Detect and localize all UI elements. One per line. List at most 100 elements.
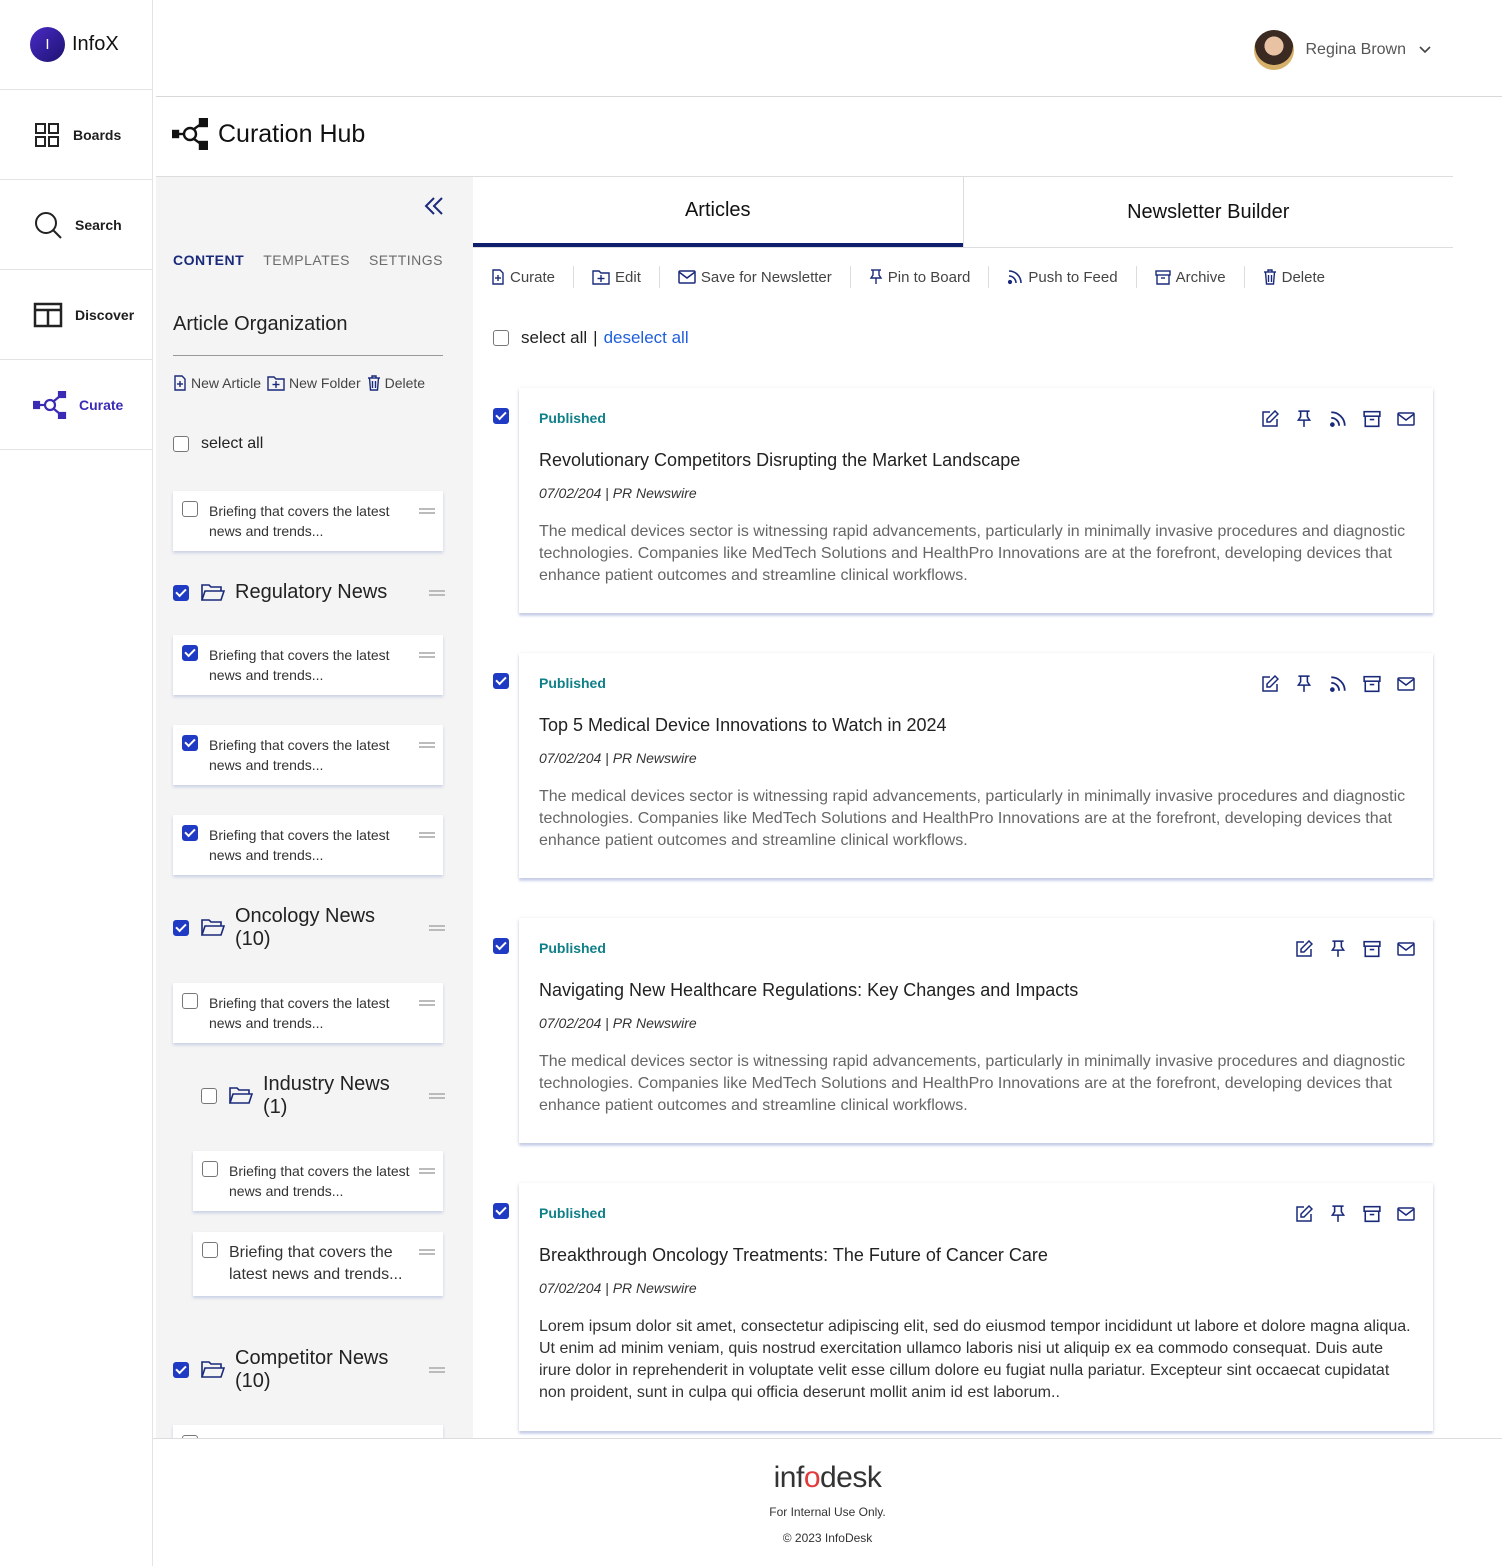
item-checkbox[interactable]	[182, 501, 198, 517]
item-checkbox[interactable]	[182, 825, 198, 841]
folder-industry[interactable]: Industry News (1)	[201, 1073, 445, 1119]
archive-icon[interactable]	[1363, 410, 1381, 428]
user-menu[interactable]: Regina Brown	[1253, 30, 1433, 70]
app-logo[interactable]: I InfoX	[0, 0, 152, 90]
article-checkbox[interactable]	[493, 408, 509, 424]
drag-handle-icon[interactable]	[419, 508, 435, 514]
folder-checkbox[interactable]	[173, 584, 189, 601]
list-item[interactable]	[173, 1425, 443, 1438]
collapse-icon[interactable]	[423, 195, 445, 222]
edit-label: Edit	[615, 268, 641, 286]
panel-select-all[interactable]: select all	[173, 435, 263, 453]
folder-checkbox[interactable]	[173, 1362, 189, 1378]
rss-icon[interactable]	[1329, 675, 1347, 693]
drag-handle-icon[interactable]	[419, 1000, 435, 1006]
article-checkbox[interactable]	[493, 1203, 509, 1219]
select-all-checkbox[interactable]	[173, 436, 189, 452]
delete-articles-button[interactable]: Delete	[1245, 266, 1343, 288]
select-all-articles-label[interactable]: select all	[521, 328, 587, 348]
nav-item-discover[interactable]: Discover	[0, 270, 152, 360]
drag-handle-icon[interactable]	[429, 1093, 445, 1099]
mail-icon[interactable]	[1397, 410, 1415, 428]
select-all-articles-checkbox[interactable]	[493, 330, 509, 346]
mail-icon[interactable]	[1397, 675, 1415, 693]
article-card[interactable]: Published Breakthrough Oncology Treatmen…	[519, 1183, 1433, 1431]
edit-icon[interactable]	[1261, 675, 1279, 693]
folder-competitor[interactable]: Competitor News (10)	[173, 1347, 445, 1393]
list-item[interactable]: Briefing that covers the latest news and…	[173, 815, 443, 875]
tab-newsletter-builder[interactable]: Newsletter Builder	[962, 177, 1454, 247]
article-actions	[1279, 1205, 1415, 1223]
mail-icon[interactable]	[1397, 940, 1415, 958]
article-card[interactable]: Published Navigating New Healthcare Regu…	[519, 918, 1433, 1143]
list-item[interactable]: Briefing that covers the latest news and…	[173, 983, 443, 1043]
article-card[interactable]: Published Revolutionary Competitors Disr…	[519, 388, 1433, 613]
list-item[interactable]: Briefing that covers the latest news and…	[193, 1232, 443, 1296]
save-for-newsletter-button[interactable]: Save for Newsletter	[660, 266, 851, 288]
drag-handle-icon[interactable]	[429, 1367, 445, 1373]
push-to-feed-button[interactable]: Push to Feed	[989, 266, 1137, 288]
item-text: Briefing that covers the latest news and…	[209, 737, 390, 773]
drag-handle-icon[interactable]	[419, 1168, 435, 1174]
article-checkbox[interactable]	[493, 673, 509, 689]
item-checkbox[interactable]	[182, 645, 198, 661]
archive-button[interactable]: Archive	[1137, 266, 1245, 288]
pin-icon[interactable]	[1329, 940, 1347, 958]
list-item[interactable]: Briefing that covers the latest news and…	[173, 725, 443, 785]
item-checkbox[interactable]	[202, 1161, 218, 1177]
article-title[interactable]: Navigating New Healthcare Regulations: K…	[539, 980, 1413, 1001]
drag-handle-icon[interactable]	[419, 742, 435, 748]
new-folder-button[interactable]: New Folder	[267, 375, 361, 391]
archive-icon[interactable]	[1363, 675, 1381, 693]
select-all-label: select all	[201, 435, 264, 452]
archive-icon[interactable]	[1363, 940, 1381, 958]
article-checkbox[interactable]	[493, 938, 509, 954]
item-checkbox[interactable]	[202, 1242, 218, 1258]
list-item[interactable]: Briefing that covers the latest news and…	[173, 635, 443, 695]
rss-icon[interactable]	[1329, 410, 1347, 428]
edit-icon[interactable]	[1295, 940, 1313, 958]
item-text: Briefing that covers the latest news and…	[209, 995, 390, 1031]
folder-oncology[interactable]: Oncology News (10)	[173, 905, 445, 951]
list-item[interactable]: Briefing that covers the latest news and…	[173, 491, 443, 551]
drag-handle-icon[interactable]	[419, 652, 435, 658]
mail-icon[interactable]	[1397, 1205, 1415, 1223]
drag-handle-icon[interactable]	[419, 1249, 435, 1255]
folder-checkbox[interactable]	[173, 920, 189, 936]
tab-content[interactable]: CONTENT	[173, 252, 244, 268]
nav-item-curate[interactable]: Curate	[0, 360, 152, 450]
archive-icon[interactable]	[1363, 1205, 1381, 1223]
pin-icon[interactable]	[1295, 675, 1313, 693]
new-article-button[interactable]: New Article	[173, 375, 261, 391]
drag-handle-icon[interactable]	[419, 832, 435, 838]
folder-regulatory[interactable]: Regulatory News	[173, 581, 445, 604]
drag-handle-icon[interactable]	[429, 925, 445, 931]
item-checkbox[interactable]	[182, 993, 198, 1009]
drag-handle-icon[interactable]	[429, 589, 445, 596]
item-checkbox[interactable]	[182, 735, 198, 751]
edit-icon[interactable]	[1261, 410, 1279, 428]
user-name: Regina Brown	[1305, 41, 1407, 58]
pin-to-board-button[interactable]: Pin to Board	[851, 266, 990, 288]
edit-icon[interactable]	[1295, 1205, 1313, 1223]
deselect-all-link[interactable]: deselect all	[604, 328, 689, 348]
nav-item-boards[interactable]: Boards	[0, 90, 152, 180]
pin-icon[interactable]	[1329, 1205, 1347, 1223]
article-title[interactable]: Breakthrough Oncology Treatments: The Fu…	[539, 1245, 1413, 1266]
article-body: The medical devices sector is witnessing…	[539, 788, 1406, 849]
edit-button[interactable]: Edit	[574, 266, 660, 288]
list-item[interactable]: Briefing that covers the latest news and…	[193, 1151, 443, 1211]
delete-button[interactable]: Delete	[367, 375, 425, 391]
tab-templates[interactable]: TEMPLATES	[263, 252, 350, 268]
article-title[interactable]: Top 5 Medical Device Innovations to Watc…	[539, 715, 1413, 736]
curate-button[interactable]: Curate	[473, 266, 575, 288]
archive-icon	[1154, 269, 1171, 285]
nav-item-search[interactable]: Search	[0, 180, 152, 270]
folder-checkbox[interactable]	[201, 1088, 217, 1104]
tab-settings[interactable]: SETTINGS	[369, 252, 443, 268]
avatar	[1253, 30, 1294, 70]
tab-articles[interactable]: Articles	[473, 177, 963, 247]
article-card[interactable]: Published Top 5 Medical Device Innovatio…	[519, 653, 1433, 878]
pin-icon[interactable]	[1295, 410, 1313, 428]
article-title[interactable]: Revolutionary Competitors Disrupting the…	[539, 450, 1413, 471]
